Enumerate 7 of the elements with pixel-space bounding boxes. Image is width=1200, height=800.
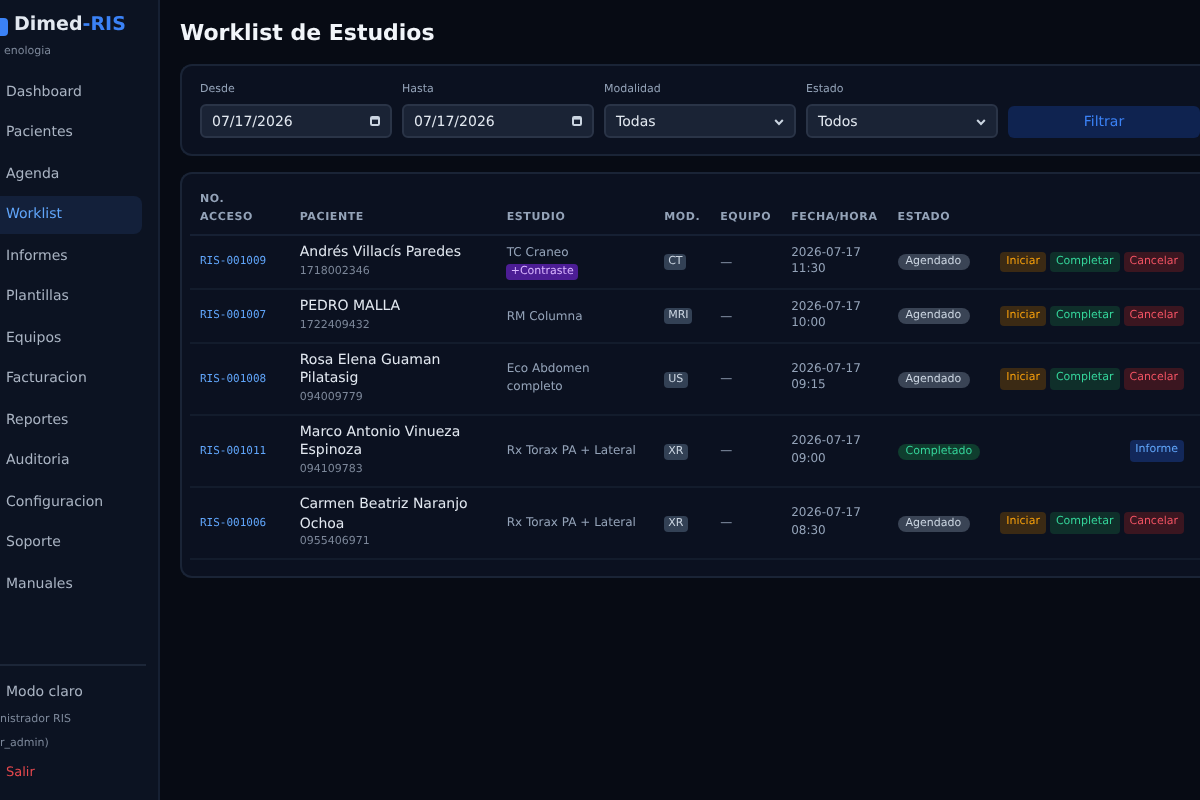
calendar-icon <box>572 116 582 127</box>
logo-icon <box>0 17 8 36</box>
page-title: Worklist de Estudios <box>180 20 437 47</box>
calendar-icon <box>370 116 380 127</box>
chevron-down-icon <box>976 117 986 126</box>
brand-name: Dimed-RIS <box>14 12 126 40</box>
chevron-down-icon <box>774 117 784 126</box>
